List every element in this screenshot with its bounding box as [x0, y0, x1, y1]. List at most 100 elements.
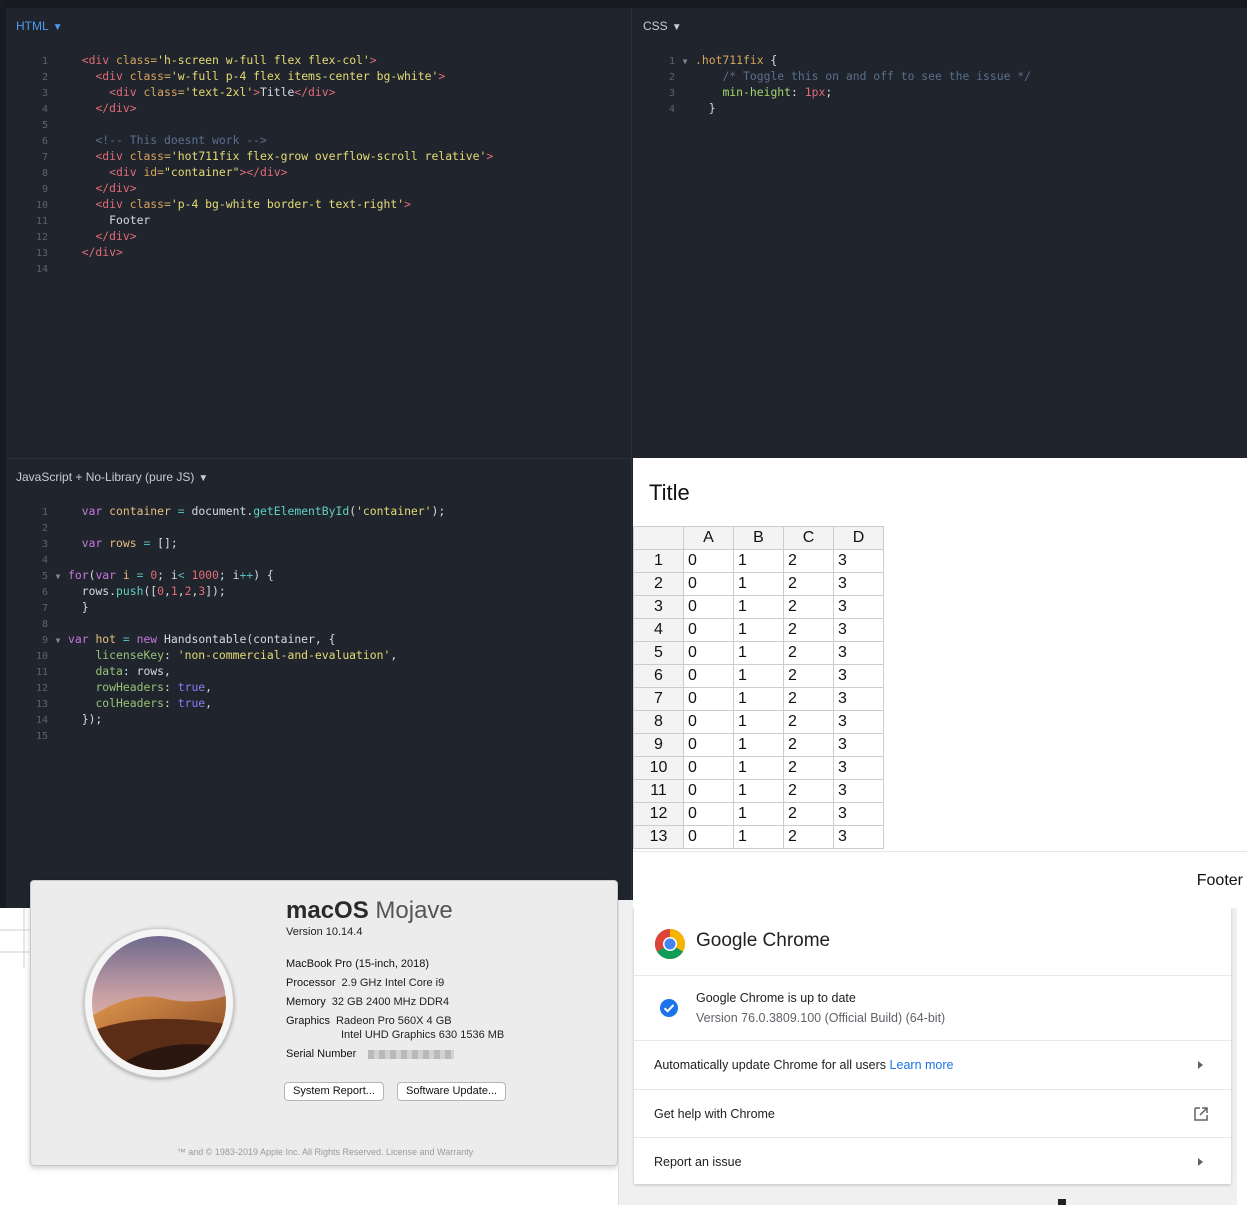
grid-cell[interactable]: 1 [733, 733, 784, 757]
grid-cell[interactable]: 2 [783, 618, 834, 642]
html-pane[interactable]: HTML ▼ 1 <div class='h-screen w-full flex… [6, 8, 632, 457]
grid-cell[interactable]: 2 [783, 756, 834, 780]
grid-cell[interactable]: 2 [783, 664, 834, 688]
column-header[interactable]: A [683, 526, 734, 550]
js-pane-title[interactable]: JavaScript + No-Library (pure JS) ▼ [16, 470, 208, 484]
grid-cell[interactable]: 2 [783, 825, 834, 849]
get-help-row[interactable]: Get help with Chrome [634, 1089, 1231, 1137]
column-header[interactable]: B [733, 526, 784, 550]
row-header[interactable]: 13 [633, 825, 684, 849]
grid-cell[interactable]: 3 [833, 664, 884, 688]
grid-cell[interactable]: 1 [733, 618, 784, 642]
grid-cell[interactable]: 3 [833, 710, 884, 734]
css-pane-title[interactable]: CSS ▼ [643, 19, 682, 33]
row-header[interactable]: 7 [633, 687, 684, 711]
grid-cell[interactable]: 0 [683, 687, 734, 711]
grid-cell[interactable]: 0 [683, 825, 734, 849]
grid-cell[interactable]: 1 [733, 549, 784, 573]
grid-cell[interactable]: 1 [733, 802, 784, 826]
code-line[interactable]: 13 colHeaders: true, [6, 695, 445, 711]
grid-cell[interactable]: 0 [683, 641, 734, 665]
row-header[interactable]: 2 [633, 572, 684, 596]
grid-cell[interactable]: 1 [733, 687, 784, 711]
grid-cell[interactable]: 3 [833, 802, 884, 826]
grid-cell[interactable]: 0 [683, 618, 734, 642]
code-line[interactable]: 3 min-height: 1px; [633, 84, 1031, 100]
code-line[interactable]: 10 <div class='p-4 bg-white border-t tex… [6, 196, 493, 212]
auto-update-row[interactable]: Automatically update Chrome for all user… [634, 1040, 1231, 1089]
grid-cell[interactable]: 3 [833, 825, 884, 849]
grid-cell[interactable]: 2 [783, 733, 834, 757]
code-line[interactable]: 15 [6, 727, 445, 743]
code-line[interactable]: 2 <div class='w-full p-4 flex items-cent… [6, 68, 493, 84]
grid-cell[interactable]: 1 [733, 641, 784, 665]
grid-cell[interactable]: 3 [833, 756, 884, 780]
code-line[interactable]: 12 rowHeaders: true, [6, 679, 445, 695]
row-header[interactable]: 6 [633, 664, 684, 688]
grid-cell[interactable]: 1 [733, 756, 784, 780]
learn-more-link[interactable]: Learn more [890, 1058, 954, 1072]
grid-cell[interactable]: 2 [783, 572, 834, 596]
system-report-button[interactable]: System Report... [284, 1082, 384, 1101]
grid-cell[interactable]: 0 [683, 572, 734, 596]
code-line[interactable]: 14 [6, 260, 493, 276]
code-line[interactable]: 5 ▼ for(var i = 0; i< 1000; i++) { [6, 567, 445, 583]
code-line[interactable]: 7 } [6, 599, 445, 615]
code-line[interactable]: 3 var rows = []; [6, 535, 445, 551]
code-line[interactable]: 3 <div class='text-2xl'>Title</div> [6, 84, 493, 100]
grid-corner[interactable] [633, 526, 684, 550]
code-line[interactable]: 6 <!-- This doesnt work --> [6, 132, 493, 148]
row-header[interactable]: 8 [633, 710, 684, 734]
row-header[interactable]: 12 [633, 802, 684, 826]
row-header[interactable]: 1 [633, 549, 684, 573]
grid-cell[interactable]: 2 [783, 549, 834, 573]
row-header[interactable]: 10 [633, 756, 684, 780]
grid-cell[interactable]: 3 [833, 641, 884, 665]
grid-cell[interactable]: 3 [833, 687, 884, 711]
code-line[interactable]: 14 }); [6, 711, 445, 727]
code-line[interactable]: 2 /* Toggle this on and off to see the i… [633, 68, 1031, 84]
code-line[interactable]: 6 rows.push([0,1,2,3]); [6, 583, 445, 599]
grid-cell[interactable]: 0 [683, 756, 734, 780]
grid-cell[interactable]: 2 [783, 687, 834, 711]
grid-cell[interactable]: 2 [783, 779, 834, 803]
code-line[interactable]: 12 </div> [6, 228, 493, 244]
grid-cell[interactable]: 0 [683, 664, 734, 688]
grid-cell[interactable]: 3 [833, 779, 884, 803]
code-line[interactable]: 8 [6, 615, 445, 631]
code-line[interactable]: 9 </div> [6, 180, 493, 196]
css-code[interactable]: 1 ▼ .hot711fix {2 /* Toggle this on and of… [633, 52, 1031, 116]
code-line[interactable]: 8 <div id="container"></div> [6, 164, 493, 180]
grid-cell[interactable]: 1 [733, 825, 784, 849]
code-line[interactable]: 2 [6, 519, 445, 535]
grid-cell[interactable]: 3 [833, 549, 884, 573]
grid-cell[interactable]: 1 [733, 595, 784, 619]
row-header[interactable]: 4 [633, 618, 684, 642]
grid-cell[interactable]: 1 [733, 710, 784, 734]
grid-cell[interactable]: 3 [833, 572, 884, 596]
grid-cell[interactable]: 3 [833, 595, 884, 619]
code-line[interactable]: 11 data: rows, [6, 663, 445, 679]
code-line[interactable]: 4 [6, 551, 445, 567]
code-line[interactable]: 13 </div> [6, 244, 493, 260]
code-line[interactable]: 10 licenseKey: 'non-commercial-and-evalu… [6, 647, 445, 663]
js-code[interactable]: 1 var container = document.getElementByI… [6, 503, 445, 743]
row-header[interactable]: 11 [633, 779, 684, 803]
grid-cell[interactable]: 1 [733, 572, 784, 596]
report-issue-row[interactable]: Report an issue [634, 1137, 1231, 1184]
row-header[interactable]: 9 [633, 733, 684, 757]
js-pane[interactable]: JavaScript + No-Library (pure JS) ▼ 1 var… [6, 458, 632, 908]
html-pane-title[interactable]: HTML ▼ [16, 19, 63, 33]
grid-cell[interactable]: 2 [783, 641, 834, 665]
grid-cell[interactable]: 0 [683, 802, 734, 826]
grid-cell[interactable]: 1 [733, 664, 784, 688]
grid-cell[interactable]: 0 [683, 710, 734, 734]
column-header[interactable]: D [833, 526, 884, 550]
grid-cell[interactable]: 2 [783, 710, 834, 734]
software-update-button[interactable]: Software Update... [397, 1082, 507, 1101]
grid-cell[interactable]: 0 [683, 779, 734, 803]
grid-cell[interactable]: 3 [833, 618, 884, 642]
code-line[interactable]: 9 ▼ var hot = new Handsontable(container, … [6, 631, 445, 647]
grid-cell[interactable]: 0 [683, 595, 734, 619]
grid-cell[interactable]: 2 [783, 595, 834, 619]
